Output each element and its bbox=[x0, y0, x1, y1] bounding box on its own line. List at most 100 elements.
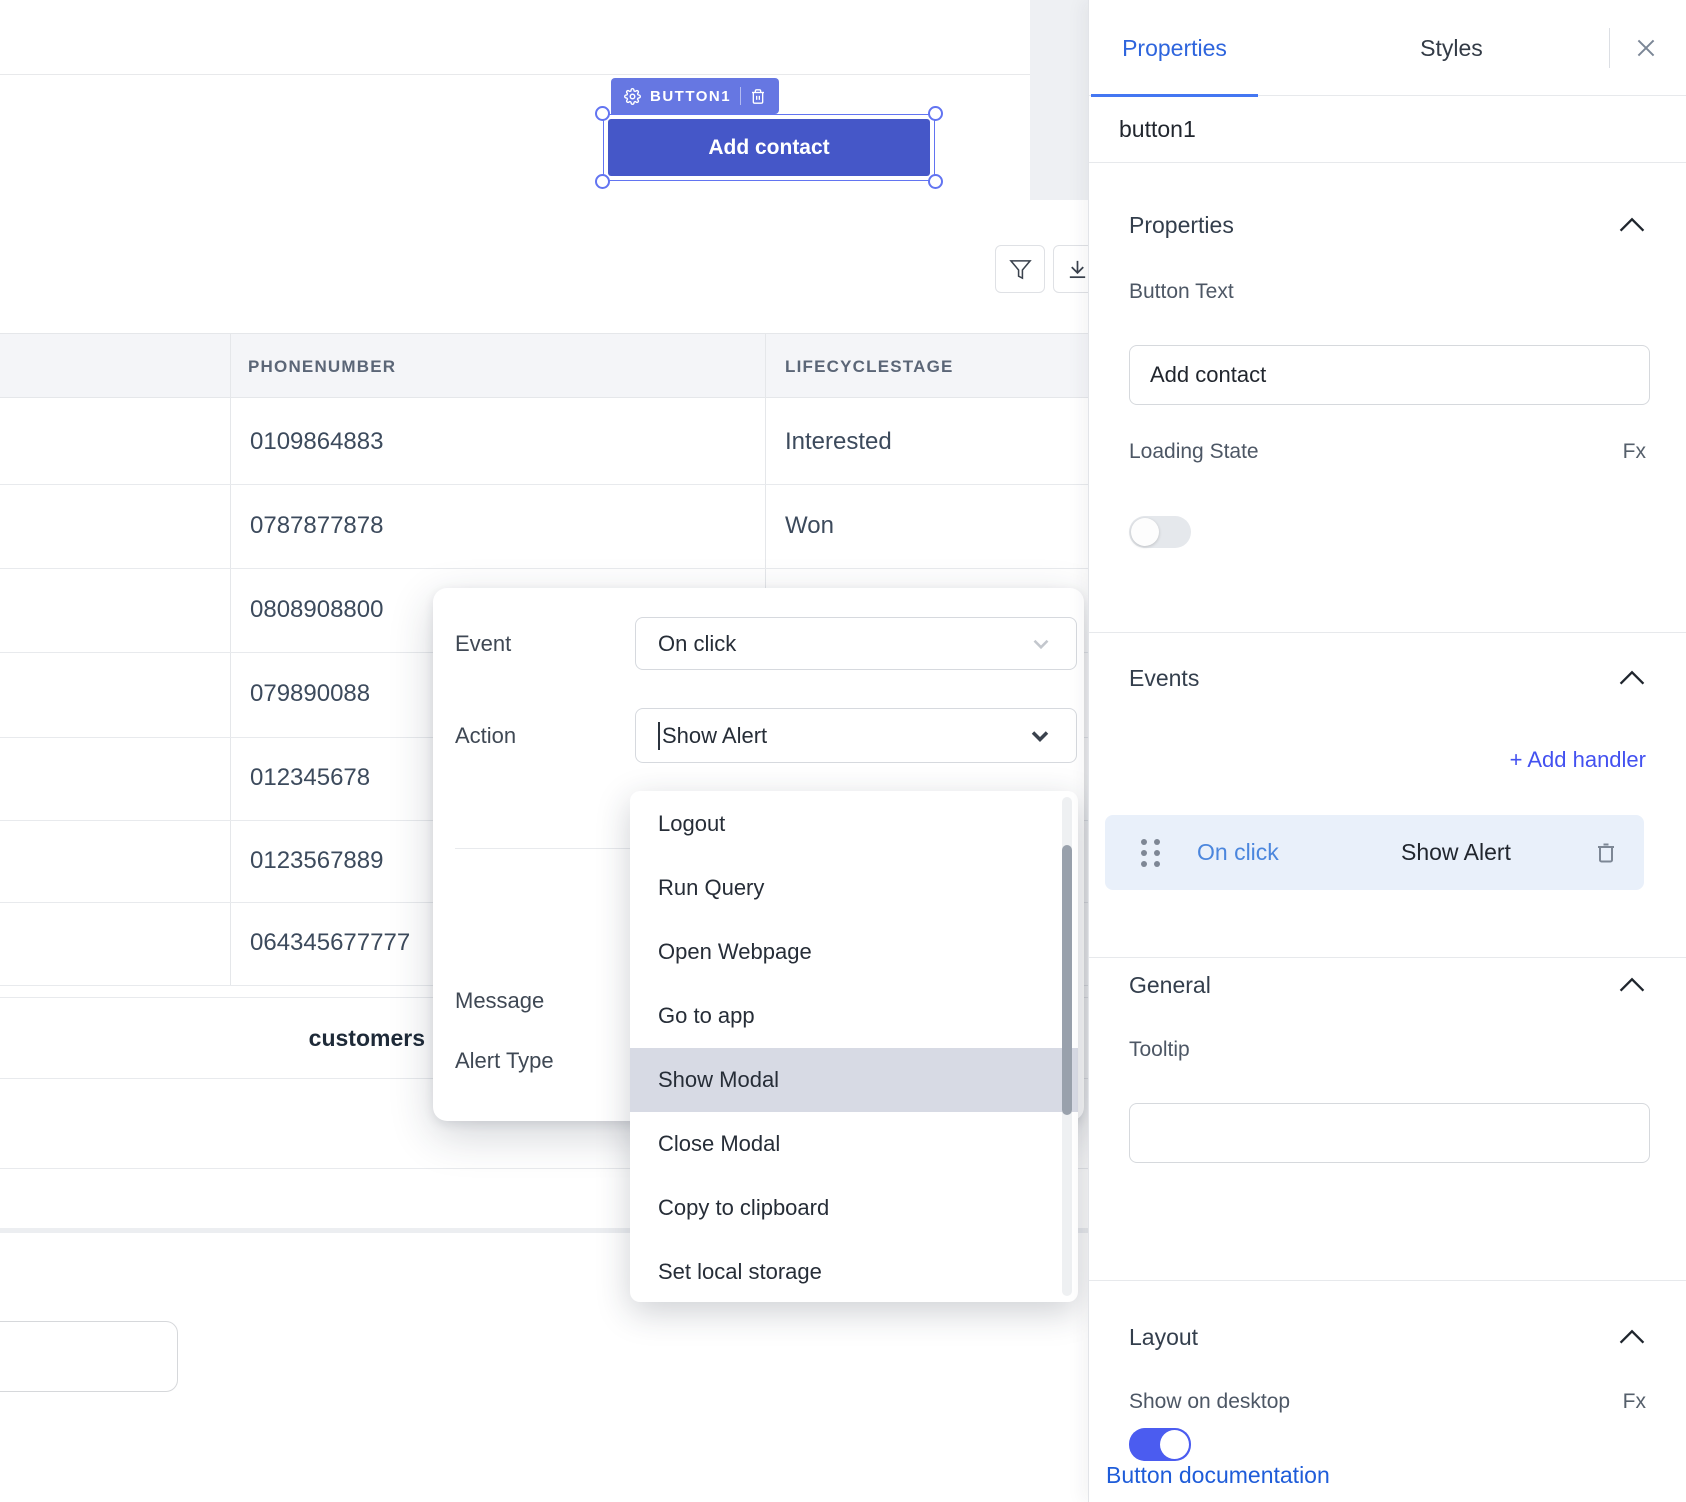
badge-divider bbox=[740, 87, 741, 105]
section-divider bbox=[1089, 1280, 1686, 1281]
resize-handle-top-left[interactable] bbox=[595, 106, 610, 121]
tab-properties[interactable]: Properties bbox=[1091, 0, 1258, 96]
table-cell-phone[interactable]: 0109864883 bbox=[250, 427, 383, 457]
loading-state-fx-button[interactable]: Fx bbox=[1623, 430, 1646, 474]
section-events-header[interactable]: Events bbox=[1129, 653, 1646, 703]
trash-icon bbox=[1594, 840, 1618, 866]
chevron-down-icon bbox=[1028, 631, 1054, 657]
table-cell-stage[interactable]: Won bbox=[785, 511, 834, 541]
loading-state-toggle[interactable] bbox=[1129, 516, 1191, 548]
text-cursor bbox=[658, 722, 660, 750]
loading-state-label: Loading State bbox=[1129, 430, 1259, 474]
alert-type-label: Alert Type bbox=[455, 1033, 554, 1088]
tooltip-label: Tooltip bbox=[1129, 1028, 1190, 1072]
dropdown-option-set-local-storage[interactable]: Set local storage bbox=[630, 1240, 1078, 1302]
show-on-desktop-label: Show on desktop bbox=[1129, 1380, 1290, 1424]
table-header-row: PHONENUMBER LIFECYCLESTAGE bbox=[0, 333, 1088, 398]
section-title: Events bbox=[1129, 665, 1199, 692]
button-text-label: Button Text bbox=[1129, 270, 1234, 314]
chevron-up-icon[interactable] bbox=[1618, 217, 1646, 233]
properties-panel: Properties Styles button1 Properties But… bbox=[1088, 0, 1686, 1502]
delete-handler-button[interactable] bbox=[1594, 840, 1618, 866]
resize-handle-top-right[interactable] bbox=[928, 106, 943, 121]
action-label: Action bbox=[455, 708, 516, 763]
table-cell-phone[interactable]: 064345677777 bbox=[250, 928, 410, 958]
table-cell-stage[interactable]: Interested bbox=[785, 427, 892, 457]
widget-badge-label: BUTTON1 bbox=[650, 88, 731, 105]
dropdown-scrollbar-thumb[interactable] bbox=[1062, 845, 1072, 1115]
handler-action[interactable]: Show Alert bbox=[1401, 839, 1511, 866]
widget-name: button1 bbox=[1119, 116, 1196, 143]
message-label: Message bbox=[455, 973, 544, 1028]
delete-widget-icon[interactable] bbox=[750, 88, 766, 105]
widget-name-badge[interactable]: BUTTON1 bbox=[611, 78, 779, 114]
dropdown-option-run-query[interactable]: Run Query bbox=[630, 856, 1078, 920]
table-title: customers bbox=[0, 1025, 425, 1052]
show-on-desktop-toggle[interactable] bbox=[1129, 1428, 1191, 1461]
widget-selection-rect: Add contact bbox=[603, 114, 935, 181]
event-select[interactable]: On click bbox=[635, 617, 1077, 670]
table-cell-phone[interactable]: 0787877878 bbox=[250, 511, 383, 541]
handler-event[interactable]: On click bbox=[1197, 839, 1279, 866]
dropdown-option-open-webpage[interactable]: Open Webpage bbox=[630, 920, 1078, 984]
section-layout-header[interactable]: Layout bbox=[1129, 1312, 1646, 1362]
close-icon bbox=[1633, 35, 1659, 61]
section-properties-header[interactable]: Properties bbox=[1129, 200, 1646, 250]
download-icon bbox=[1066, 258, 1089, 281]
column-header-phonenumber[interactable]: PHONENUMBER bbox=[248, 334, 396, 399]
section-divider bbox=[1089, 632, 1686, 633]
column-header-lifecyclestage[interactable]: LIFECYCLESTAGE bbox=[785, 334, 954, 399]
chevron-up-icon[interactable] bbox=[1618, 670, 1646, 686]
tab-separator bbox=[1609, 28, 1610, 68]
toggle-knob bbox=[1131, 518, 1159, 546]
toggle-knob bbox=[1160, 1430, 1189, 1459]
button-text-value: Add contact bbox=[1150, 362, 1266, 388]
row-divider bbox=[0, 568, 1088, 569]
filter-icon bbox=[1009, 258, 1032, 281]
chevron-up-icon[interactable] bbox=[1618, 977, 1646, 993]
table-cell-phone[interactable]: 012345678 bbox=[250, 763, 370, 793]
table-cell-phone[interactable]: 0123567889 bbox=[250, 846, 383, 876]
canvas-gutter bbox=[1030, 0, 1088, 200]
tab-styles[interactable]: Styles bbox=[1369, 0, 1534, 96]
action-select-value: Show Alert bbox=[662, 723, 767, 749]
app-builder: BUTTON1 Add contact PHONENUMBER LIFECYCL… bbox=[0, 0, 1686, 1502]
row-divider bbox=[0, 484, 1088, 485]
add-handler-link[interactable]: + Add handler bbox=[1510, 738, 1646, 782]
button-text-input[interactable]: Add contact bbox=[1129, 345, 1650, 405]
resize-handle-bottom-right[interactable] bbox=[928, 174, 943, 189]
section-divider bbox=[1089, 957, 1686, 958]
event-handler-row[interactable]: On click Show Alert bbox=[1105, 815, 1644, 890]
add-contact-button[interactable]: Add contact bbox=[608, 119, 930, 176]
dropdown-option-close-modal[interactable]: Close Modal bbox=[630, 1112, 1078, 1176]
event-select-value: On click bbox=[658, 631, 736, 657]
panel-tab-bar: Properties Styles bbox=[1089, 0, 1686, 96]
chevron-up-icon[interactable] bbox=[1618, 1329, 1646, 1345]
section-title: Properties bbox=[1129, 212, 1234, 239]
column-border bbox=[230, 333, 231, 985]
canvas-top-container bbox=[0, 0, 1030, 75]
dropdown-option-go-to-app[interactable]: Go to app bbox=[630, 984, 1078, 1048]
table-filter-button[interactable] bbox=[995, 245, 1045, 293]
chevron-down-icon bbox=[1026, 722, 1054, 750]
table-cell-phone[interactable]: 0808908800 bbox=[250, 595, 383, 625]
canvas-bottom-input[interactable] bbox=[0, 1321, 178, 1392]
tooltip-input[interactable] bbox=[1129, 1103, 1650, 1163]
dropdown-option-logout[interactable]: Logout bbox=[630, 792, 1078, 856]
dropdown-option-copy-to-clipboard[interactable]: Copy to clipboard bbox=[630, 1176, 1078, 1240]
action-select[interactable]: Show Alert bbox=[635, 708, 1077, 763]
close-panel-button[interactable] bbox=[1621, 24, 1671, 72]
action-options-dropdown: Logout Run Query Open Webpage Go to app … bbox=[630, 791, 1078, 1302]
gear-icon[interactable] bbox=[624, 88, 641, 105]
button-documentation-link[interactable]: Button documentation bbox=[1106, 1462, 1330, 1489]
section-title: Layout bbox=[1129, 1324, 1198, 1351]
show-on-desktop-fx-button[interactable]: Fx bbox=[1623, 1380, 1646, 1424]
widget-name-row[interactable]: button1 bbox=[1089, 96, 1686, 163]
drag-handle-icon[interactable] bbox=[1141, 839, 1160, 867]
table-download-button[interactable] bbox=[1053, 245, 1088, 293]
resize-handle-bottom-left[interactable] bbox=[595, 174, 610, 189]
dropdown-option-show-modal[interactable]: Show Modal bbox=[630, 1048, 1078, 1112]
section-general-header[interactable]: General bbox=[1129, 960, 1646, 1010]
table-cell-phone[interactable]: 079890088 bbox=[250, 679, 370, 709]
section-title: General bbox=[1129, 972, 1211, 999]
